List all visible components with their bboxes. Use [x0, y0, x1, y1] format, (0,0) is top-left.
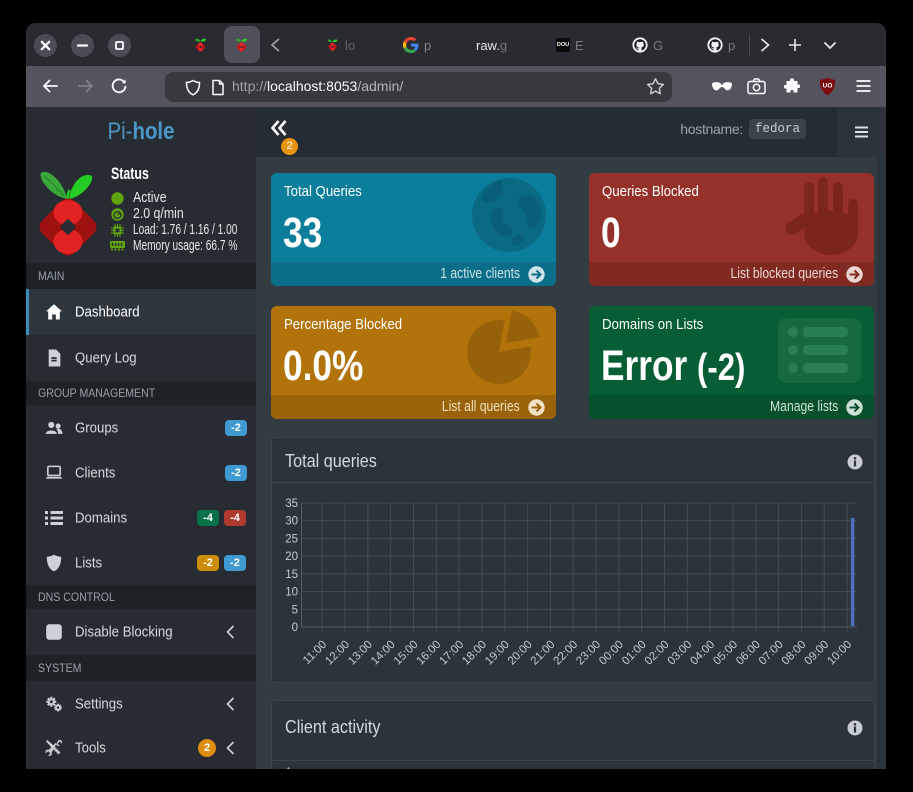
- svg-text:10: 10: [285, 587, 298, 599]
- svg-text:03:00: 03:00: [666, 639, 695, 668]
- svg-text:06:00: 06:00: [734, 639, 763, 668]
- svg-text:25: 25: [285, 533, 298, 545]
- svg-text:04:00: 04:00: [688, 639, 717, 668]
- svg-text:01:00: 01:00: [620, 639, 649, 668]
- svg-text:14:00: 14:00: [369, 639, 398, 668]
- svg-text:17:00: 17:00: [437, 639, 466, 668]
- svg-text:19:00: 19:00: [483, 639, 512, 668]
- svg-text:0: 0: [292, 622, 298, 634]
- svg-text:22:00: 22:00: [551, 639, 580, 668]
- svg-text:11:00: 11:00: [301, 639, 329, 667]
- svg-text:00:00: 00:00: [597, 639, 626, 668]
- svg-text:21:00: 21:00: [529, 639, 558, 668]
- svg-text:13:00: 13:00: [346, 639, 375, 668]
- svg-text:05:00: 05:00: [711, 639, 740, 668]
- svg-text:18:00: 18:00: [460, 639, 489, 668]
- svg-text:20: 20: [285, 551, 298, 563]
- svg-text:15:00: 15:00: [392, 639, 421, 668]
- svg-text:5: 5: [292, 604, 298, 616]
- svg-text:30: 30: [285, 516, 298, 528]
- svg-text:16:00: 16:00: [415, 639, 444, 668]
- svg-text:23:00: 23:00: [574, 639, 603, 668]
- svg-text:15: 15: [285, 569, 298, 581]
- svg-text:09:00: 09:00: [802, 639, 831, 668]
- svg-text:20:00: 20:00: [506, 639, 535, 668]
- svg-text:35: 35: [285, 498, 298, 510]
- svg-text:UO: UO: [823, 83, 833, 90]
- svg-text:10:00: 10:00: [825, 639, 854, 668]
- svg-text:07:00: 07:00: [757, 639, 786, 668]
- svg-text:12:00: 12:00: [323, 639, 352, 668]
- svg-text:02:00: 02:00: [643, 639, 672, 668]
- svg-text:08:00: 08:00: [780, 639, 809, 668]
